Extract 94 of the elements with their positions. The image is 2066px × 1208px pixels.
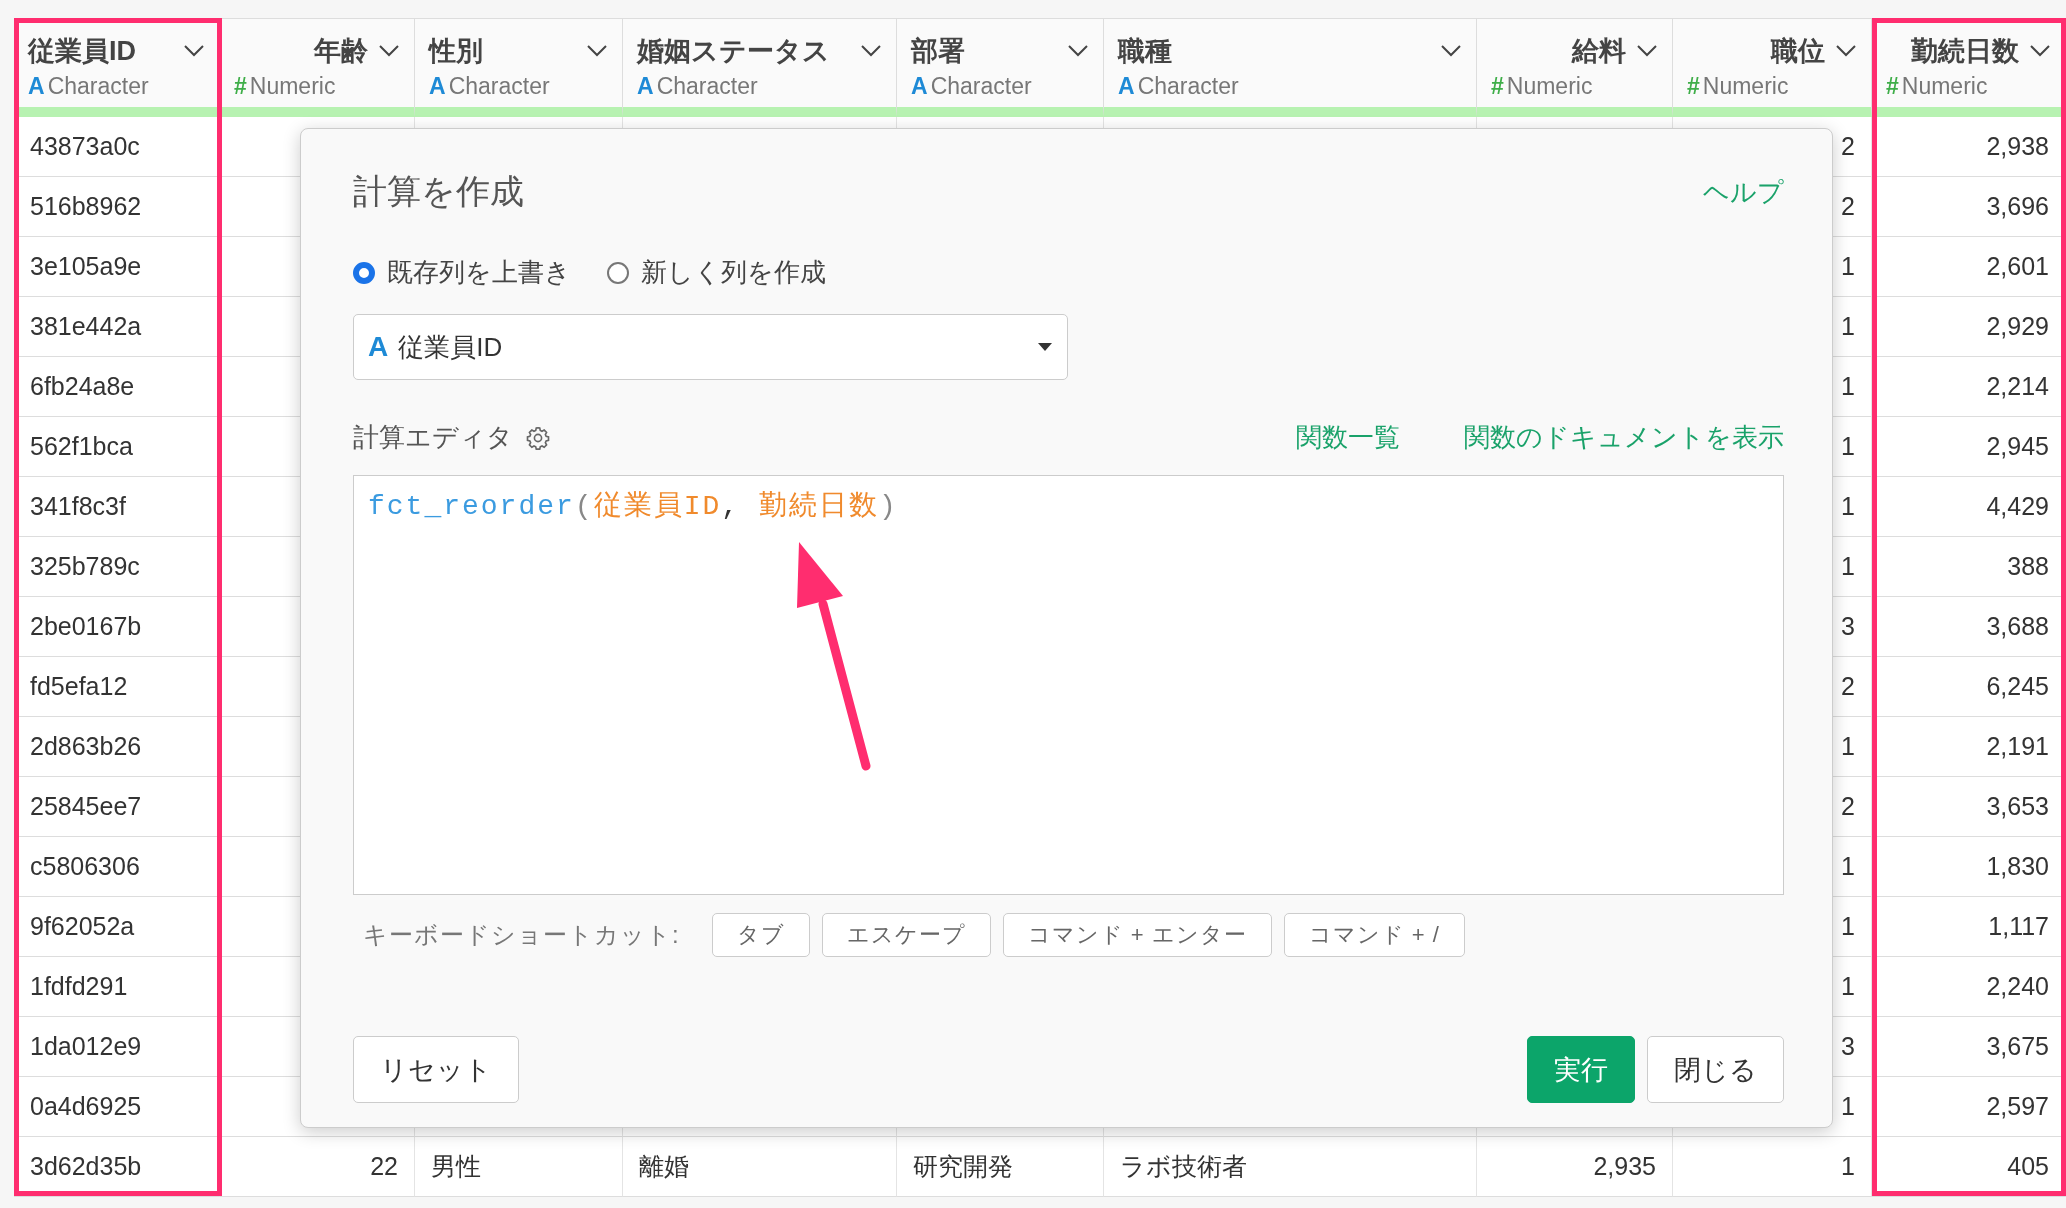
chevron-down-icon[interactable] (1636, 44, 1658, 58)
table-cell: 4,429 (1872, 477, 2066, 537)
table-cell: c5806306 (14, 837, 220, 897)
chevron-down-icon[interactable] (183, 44, 205, 58)
dialog-title: 計算を作成 (353, 171, 524, 212)
table-cell: 6,245 (1872, 657, 2066, 717)
table-cell: 405 (1872, 1137, 2066, 1197)
radio-icon[interactable] (607, 261, 629, 284)
table-cell: 2be0167b (14, 597, 220, 657)
table-cell: 2,191 (1872, 717, 2066, 777)
column-header[interactable]: 性別 A Character (415, 19, 623, 117)
shortcut-key: コマンド + エンター (1002, 913, 1272, 957)
column-header[interactable]: 職位 #Numeric (1673, 19, 1872, 117)
column-name: 性別 (429, 35, 484, 68)
radio-icon[interactable] (353, 261, 375, 284)
chevron-down-icon[interactable] (586, 44, 608, 58)
column-name: 勤続日数 (1911, 35, 2019, 68)
radio-option[interactable]: 新しく列を作成 (607, 255, 826, 290)
chevron-down-icon[interactable] (1440, 44, 1462, 58)
table-cell: 3,653 (1872, 777, 2066, 837)
code-editor[interactable]: fct_reorder(従業員ID, 勤続日数) (353, 475, 1784, 895)
column-type: A Character (429, 73, 551, 100)
table-cell: 2,938 (1872, 117, 2066, 177)
table-cell: 2,240 (1872, 957, 2066, 1017)
column-header[interactable]: 部署 A Character (897, 19, 1104, 117)
table-cell: 3e105a9e (14, 237, 220, 297)
radio-option[interactable]: 既存列を上書き (353, 255, 571, 290)
table-cell: 3,688 (1872, 597, 2066, 657)
settings-icon[interactable] (525, 424, 551, 451)
table-cell: 2,601 (1872, 237, 2066, 297)
chevron-down-icon[interactable] (860, 44, 882, 58)
column-type: A Character (911, 73, 1033, 100)
table-cell: 2,929 (1872, 297, 2066, 357)
column-header[interactable]: 年齢 #Numeric (220, 19, 415, 117)
chevron-down-icon[interactable] (378, 44, 400, 58)
table-cell: 男性 (415, 1137, 623, 1197)
shortcuts-label: キーボードショートカット: (363, 920, 680, 950)
table-cell: 22 (220, 1137, 415, 1197)
column-select[interactable]: A 従業員ID (353, 314, 1068, 380)
table-cell: 341f8c3f (14, 477, 220, 537)
column-name: 部署 (911, 35, 966, 68)
reset-button[interactable]: リセット (353, 1036, 519, 1103)
column-type: #Numeric (1491, 73, 1594, 100)
table-cell: 0a4d6925 (14, 1077, 220, 1137)
table-cell: 6fb24a8e (14, 357, 220, 417)
table-cell: 516b8962 (14, 177, 220, 237)
table-cell: 1,830 (1872, 837, 2066, 897)
column-type: #Numeric (1687, 73, 1790, 100)
column-header[interactable]: 婚姻ステータス A Character (623, 19, 897, 117)
column-name: 婚姻ステータス (637, 35, 831, 68)
table-cell: 3,675 (1872, 1017, 2066, 1077)
close-button[interactable]: 閉じる (1647, 1036, 1784, 1103)
column-type: A Character (1118, 73, 1240, 100)
table-cell: 1,117 (1872, 897, 2066, 957)
column-type: A Character (28, 73, 150, 100)
table-cell: 2,214 (1872, 357, 2066, 417)
shortcut-key: コマンド + / (1283, 913, 1465, 957)
column-type: A Character (637, 73, 759, 100)
table-cell: 2d863b26 (14, 717, 220, 777)
table-cell: 1fdfd291 (14, 957, 220, 1017)
column-name: 職種 (1118, 35, 1173, 68)
table-cell: 2,935 (1477, 1137, 1673, 1197)
table-cell: 9f62052a (14, 897, 220, 957)
table-cell: 562f1bca (14, 417, 220, 477)
table-cell: 離婚 (623, 1137, 897, 1197)
column-name: 給料 (1572, 35, 1626, 68)
column-name: 職位 (1771, 35, 1825, 68)
chevron-down-icon[interactable] (1067, 44, 1089, 58)
editor-label: 計算エディタ (353, 421, 513, 454)
dropdown-caret-icon (1037, 342, 1053, 352)
column-header[interactable]: 給料 #Numeric (1477, 19, 1673, 117)
table-cell: 325b789c (14, 537, 220, 597)
column-type: #Numeric (1886, 73, 1989, 100)
table-cell: 1da012e9 (14, 1017, 220, 1077)
chevron-down-icon[interactable] (1835, 44, 1857, 58)
table-cell: 2,945 (1872, 417, 2066, 477)
table-cell: 研究開発 (897, 1137, 1104, 1197)
table-cell: fd5efa12 (14, 657, 220, 717)
column-name: 従業員ID (28, 35, 137, 68)
table-cell: 1 (1673, 1137, 1872, 1197)
chevron-down-icon[interactable] (2029, 44, 2051, 58)
table-cell: 388 (1872, 537, 2066, 597)
table-cell: 3,696 (1872, 177, 2066, 237)
column-name: 年齢 (314, 35, 368, 68)
shortcut-key: エスケープ (821, 913, 991, 957)
column-type: #Numeric (234, 73, 337, 100)
table-cell: 43873a0c (14, 117, 220, 177)
table-cell: 3d62d35b (14, 1137, 220, 1197)
column-header[interactable]: 職種 A Character (1104, 19, 1477, 117)
table-cell: 25845ee7 (14, 777, 220, 837)
shortcut-key: タブ (711, 913, 810, 957)
table-cell: 2,597 (1872, 1077, 2066, 1137)
table-cell: 381e442a (14, 297, 220, 357)
table-cell: ラボ技術者 (1104, 1137, 1477, 1197)
